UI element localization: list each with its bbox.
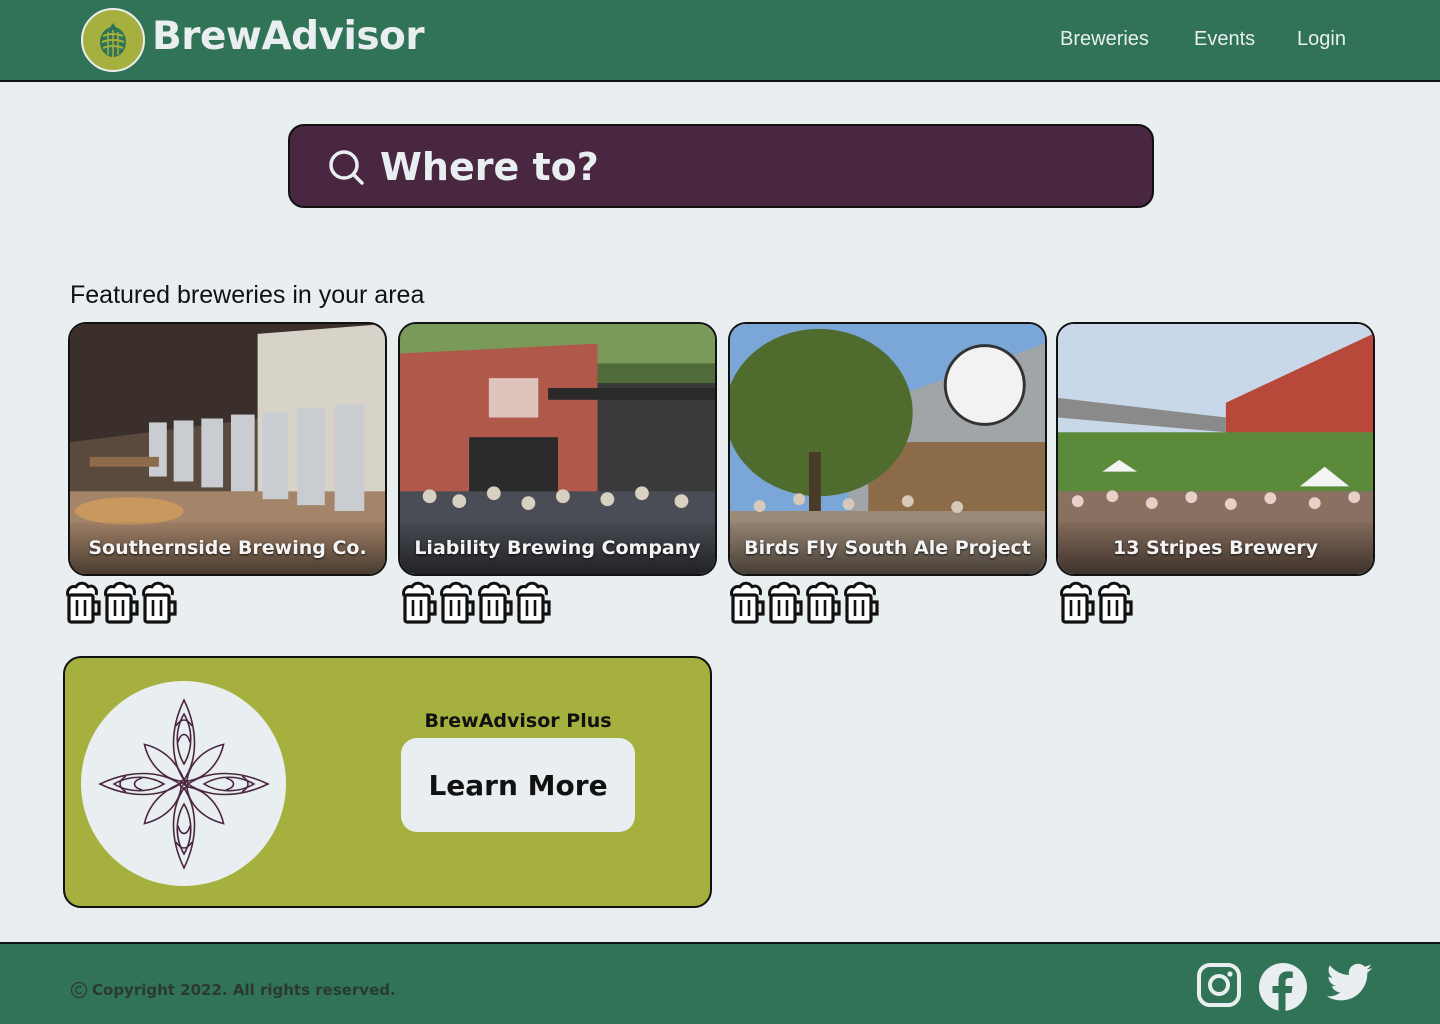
rating-southernside bbox=[64, 580, 178, 626]
beer-mug-icon bbox=[728, 580, 766, 626]
rating-liability bbox=[400, 580, 552, 626]
brewery-name: Southernside Brewing Co. bbox=[70, 522, 385, 574]
rating-birds-fly-south bbox=[728, 580, 880, 626]
brewery-name: Liability Brewing Company bbox=[400, 522, 715, 574]
rating-13-stripes bbox=[1058, 580, 1134, 626]
beer-mug-icon bbox=[102, 580, 140, 626]
hop-flower-icon bbox=[81, 681, 286, 886]
beer-mug-icon bbox=[1058, 580, 1096, 626]
brewery-card-13-stripes[interactable]: 13 Stripes Brewery bbox=[1056, 322, 1375, 576]
site-header: BrewAdvisor Breweries Events Login bbox=[0, 0, 1440, 82]
beer-mug-icon bbox=[64, 580, 102, 626]
beer-mug-icon bbox=[438, 580, 476, 626]
search-icon bbox=[328, 148, 366, 190]
brewery-card-liability[interactable]: Liability Brewing Company bbox=[398, 322, 717, 576]
nav-login[interactable]: Login bbox=[1297, 28, 1346, 51]
learn-more-button[interactable]: Learn More bbox=[401, 738, 635, 832]
beer-mug-icon bbox=[1096, 580, 1134, 626]
plus-promo-banner: BrewAdvisor Plus Learn More bbox=[63, 656, 712, 908]
nav-breweries[interactable]: Breweries bbox=[1060, 28, 1149, 51]
brewery-name: 13 Stripes Brewery bbox=[1058, 522, 1373, 574]
site-footer: Copyright 2022. All rights reserved. bbox=[0, 942, 1440, 1024]
brewery-name: Birds Fly South Ale Project bbox=[730, 522, 1045, 574]
brewery-card-southernside[interactable]: Southernside Brewing Co. bbox=[68, 322, 387, 576]
promo-title: BrewAdvisor Plus bbox=[424, 710, 612, 732]
hop-logo-icon[interactable] bbox=[81, 8, 145, 72]
beer-mug-icon bbox=[514, 580, 552, 626]
beer-mug-icon bbox=[766, 580, 804, 626]
copyright: Copyright 2022. All rights reserved. bbox=[70, 981, 396, 999]
copyright-text: Copyright 2022. All rights reserved. bbox=[92, 981, 396, 999]
beer-mug-icon bbox=[842, 580, 880, 626]
instagram-icon[interactable] bbox=[1196, 962, 1242, 1012]
beer-mug-icon bbox=[476, 580, 514, 626]
search-input[interactable] bbox=[380, 140, 1120, 194]
beer-mug-icon bbox=[140, 580, 178, 626]
beer-mug-icon bbox=[804, 580, 842, 626]
brand-name[interactable]: BrewAdvisor bbox=[152, 14, 425, 59]
nav-events[interactable]: Events bbox=[1194, 28, 1255, 51]
featured-heading: Featured breweries in your area bbox=[70, 281, 425, 309]
brewery-card-birds-fly-south[interactable]: Birds Fly South Ale Project bbox=[728, 322, 1047, 576]
search-bar[interactable] bbox=[288, 124, 1154, 208]
beer-mug-icon bbox=[400, 580, 438, 626]
copyright-icon bbox=[70, 981, 88, 999]
facebook-icon[interactable] bbox=[1258, 962, 1308, 1016]
twitter-icon[interactable] bbox=[1325, 962, 1373, 1008]
